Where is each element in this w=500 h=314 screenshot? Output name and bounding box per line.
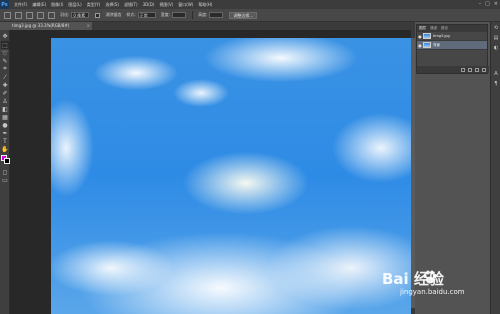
character-icon[interactable]: A bbox=[492, 70, 500, 78]
menu-view[interactable]: 视图(V) bbox=[159, 2, 173, 8]
menu-filter[interactable]: 滤镜(T) bbox=[124, 2, 138, 8]
layers-panel-footer bbox=[417, 66, 489, 73]
menu-file[interactable]: 文件(F) bbox=[14, 2, 27, 8]
add-selection-icon[interactable] bbox=[26, 11, 33, 19]
document-tab-bar: timg3.jpg @ 33.3%(RGB/8#) × bbox=[10, 22, 415, 30]
layers-panel: 图层 通道 路径 ● timg3.jpg ● 背景 bbox=[416, 24, 489, 74]
feather-label: 羽化: bbox=[60, 12, 70, 17]
style-label: 样式: bbox=[126, 12, 136, 17]
layer-name: 背景 bbox=[433, 42, 440, 47]
sky-photo[interactable] bbox=[51, 38, 415, 314]
close-button[interactable]: × bbox=[494, 1, 498, 7]
refine-edge-button[interactable]: 调整边缘... bbox=[229, 11, 258, 19]
intersect-selection-icon[interactable] bbox=[48, 11, 55, 19]
width-label: 宽度: bbox=[160, 12, 171, 17]
adjustments-icon[interactable]: ◐ bbox=[492, 44, 500, 52]
menu-window[interactable]: 窗口(W) bbox=[178, 2, 193, 8]
height-input[interactable] bbox=[209, 12, 224, 18]
menu-bar: Ps 文件(F) 编辑(E) 图像(I) 图层(L) 类型(Y) 选择(S) 滤… bbox=[0, 0, 500, 9]
tab-channels[interactable]: 通道 bbox=[428, 26, 439, 31]
height-label: 高度: bbox=[198, 12, 208, 17]
menu-layer[interactable]: 图层(L) bbox=[68, 2, 81, 8]
antialias-label: 消除锯齿 bbox=[105, 12, 122, 17]
minimize-button[interactable]: – bbox=[479, 1, 482, 7]
history-icon[interactable]: ⟲ bbox=[492, 24, 500, 32]
quick-select-icon[interactable]: ✎ bbox=[1, 57, 9, 65]
canvas-workspace[interactable] bbox=[10, 30, 415, 314]
menu-image[interactable]: 图像(I) bbox=[51, 2, 63, 8]
layer-name: timg3.jpg bbox=[433, 34, 450, 38]
layer-row[interactable]: ● 背景 bbox=[417, 41, 487, 50]
marquee-icon[interactable]: ⬚ bbox=[1, 41, 9, 49]
menu-select[interactable]: 选择(S) bbox=[105, 2, 119, 8]
paragraph-icon[interactable]: ¶ bbox=[492, 80, 500, 88]
menu-help[interactable]: 帮助(H) bbox=[198, 2, 212, 8]
tools-panel: ✥ ⬚ ➰ ✎ ⌗ ⁄ ✚ ✐ ♙ ◧ ▦ ● ✒ T ✋ ◻ ▭ bbox=[0, 30, 10, 314]
tab-layers[interactable]: 图层 bbox=[417, 26, 428, 31]
delete-layer-icon[interactable] bbox=[482, 67, 486, 72]
add-mask-icon[interactable] bbox=[468, 67, 472, 72]
tab-paths[interactable]: 路径 bbox=[439, 26, 450, 31]
stamp-icon[interactable]: ♙ bbox=[1, 97, 9, 105]
lasso-icon[interactable]: ➰ bbox=[1, 49, 9, 57]
document-tab[interactable]: timg3.jpg @ 33.3%(RGB/8#) × bbox=[10, 22, 92, 30]
crop-icon[interactable]: ⌗ bbox=[1, 65, 9, 73]
new-selection-icon[interactable] bbox=[15, 11, 22, 19]
new-layer-icon[interactable] bbox=[475, 67, 479, 72]
pen-icon[interactable]: ✒ bbox=[1, 129, 9, 137]
layers-panel-header: 图层 通道 路径 bbox=[417, 25, 487, 32]
eraser-icon[interactable]: ◧ bbox=[1, 105, 9, 113]
document-tab-title: timg3.jpg @ 33.3%(RGB/8#) bbox=[12, 23, 70, 28]
layer-thumbnail bbox=[423, 33, 431, 39]
properties-icon[interactable]: ▤ bbox=[492, 34, 500, 42]
menu-type[interactable]: 类型(Y) bbox=[87, 2, 101, 8]
baidu-watermark: Bai 经验 jingyan.baidu.com bbox=[382, 268, 486, 310]
close-tab-icon[interactable]: × bbox=[87, 22, 90, 30]
baidu-paw-icon bbox=[423, 270, 437, 284]
healing-icon[interactable]: ✚ bbox=[1, 81, 9, 89]
menu-3d[interactable]: 3D(D) bbox=[143, 2, 155, 7]
gradient-icon[interactable]: ▦ bbox=[1, 113, 9, 121]
menu-edit[interactable]: 编辑(E) bbox=[32, 2, 46, 8]
width-input[interactable] bbox=[172, 12, 187, 18]
layer-row[interactable]: ● timg3.jpg bbox=[417, 32, 487, 41]
maximize-button[interactable]: □ bbox=[485, 1, 490, 7]
watermark-url: jingyan.baidu.com bbox=[400, 288, 465, 296]
brush-icon[interactable]: ✐ bbox=[1, 89, 9, 97]
window-controls: – □ × bbox=[479, 1, 498, 7]
subtract-selection-icon[interactable] bbox=[37, 11, 44, 19]
options-bar: 羽化: 0 像素 消除锯齿 样式: 正常 宽度: 高度: 调整边缘... bbox=[0, 9, 500, 22]
screen-mode-icon[interactable]: ▭ bbox=[1, 176, 9, 184]
photoshop-logo: Ps bbox=[0, 0, 9, 9]
link-layers-icon[interactable] bbox=[461, 67, 465, 72]
separator bbox=[192, 11, 194, 19]
panel-dock: ⟲ ▤ ◐ A ¶ bbox=[490, 22, 500, 314]
quick-mask-icon[interactable]: ◻ bbox=[1, 168, 9, 176]
style-select[interactable]: 正常 bbox=[137, 12, 156, 18]
hand-icon[interactable]: ✋ bbox=[1, 145, 9, 153]
dodge-icon[interactable]: ● bbox=[1, 121, 9, 129]
type-icon[interactable]: T bbox=[1, 137, 9, 145]
eyedropper-icon[interactable]: ⁄ bbox=[1, 73, 9, 81]
layer-thumbnail bbox=[423, 42, 431, 48]
feather-input[interactable]: 0 像素 bbox=[71, 12, 90, 18]
move-icon[interactable]: ✥ bbox=[1, 32, 9, 40]
marquee-preset-icon[interactable] bbox=[4, 11, 11, 19]
antialias-checkbox[interactable] bbox=[95, 12, 101, 18]
